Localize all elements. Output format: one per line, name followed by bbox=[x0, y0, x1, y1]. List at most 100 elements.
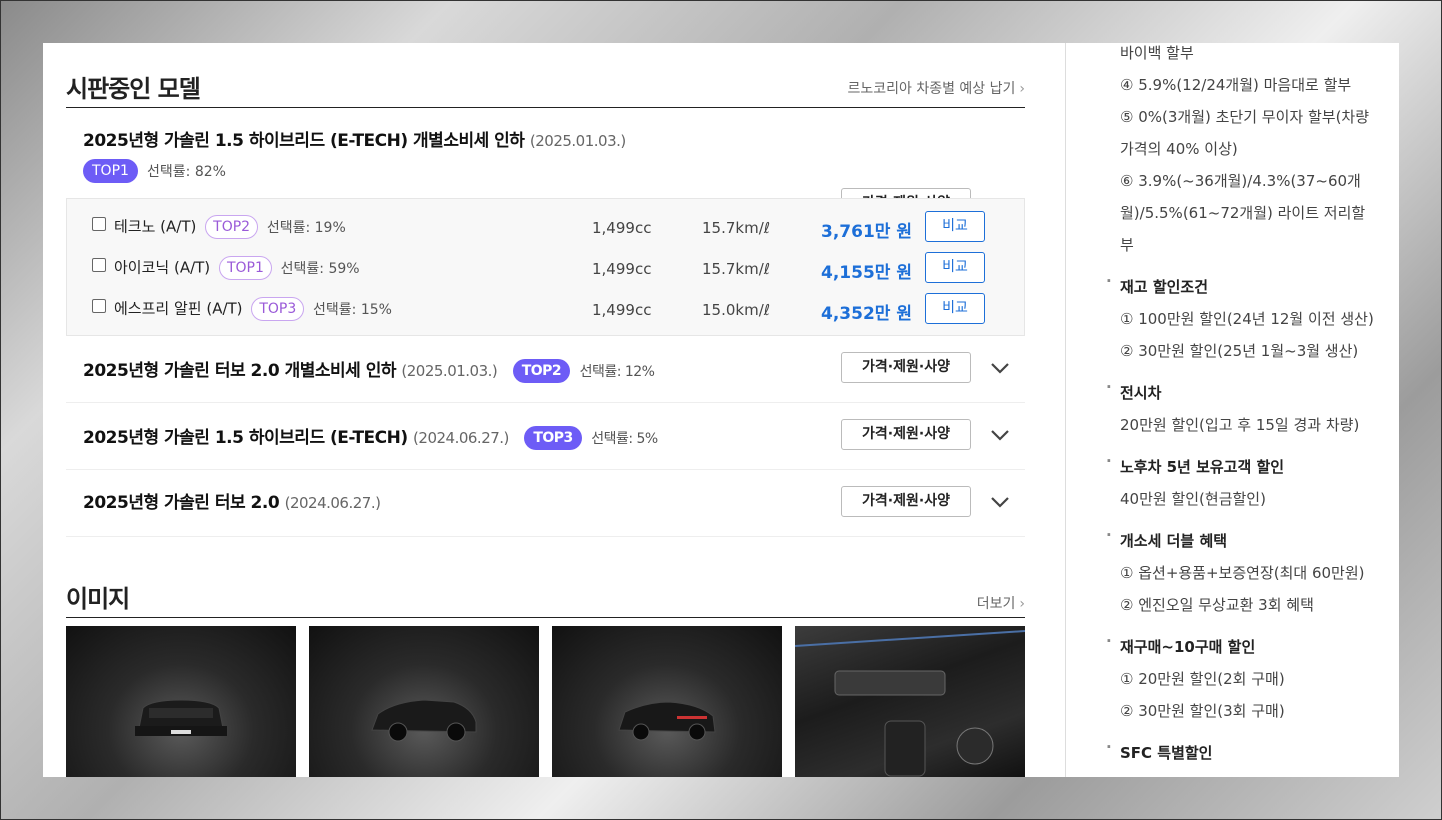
trim-checkbox[interactable] bbox=[92, 217, 106, 231]
trim-name-group: 에스프리 알핀 (A/T) TOP3 선택률: 15% bbox=[114, 297, 392, 321]
benefit-line: ② 엔진오일 무상교환 3회 혜택 bbox=[1120, 596, 1314, 614]
benefit-line: 부 bbox=[1120, 236, 1134, 254]
benefit-line: ① 100만원 할인(24년 12월 이전 생산) bbox=[1120, 310, 1374, 328]
benefit-title: 전시차 bbox=[1106, 371, 1392, 409]
trim-fuel-efficiency: 15.7km/ℓ bbox=[702, 260, 770, 278]
benefit-line: 가격의 40% 이상) bbox=[1120, 140, 1238, 158]
trim-list: 테크노 (A/T) TOP2 선택률: 19% 1,499cc 15.7km/ℓ… bbox=[66, 198, 1025, 336]
chevron-down-icon[interactable] bbox=[988, 490, 1012, 514]
car-side-image bbox=[371, 699, 477, 742]
model-item: 2025년형 가솔린 1.5 하이브리드 (E-TECH) (2024.06.2… bbox=[66, 403, 1025, 470]
gallery-image[interactable] bbox=[552, 626, 782, 777]
trim-rank-badge: TOP3 bbox=[251, 297, 305, 321]
trim-selection-rate: 선택률: 19% bbox=[266, 220, 346, 236]
benefit-list: 바이백 할부 ④ 5.9%(12/24개월) 마음대로 할부 ⑤ 0%(3개월)… bbox=[1106, 43, 1392, 777]
benefit-line: ⑤ 0%(3개월) 초단기 무이자 할부(차량 bbox=[1120, 108, 1370, 126]
trim-row: 아이코닉 (A/T) TOP1 선택률: 59% 1,499cc 15.7km/… bbox=[67, 248, 1024, 284]
model-item: 2025년형 가솔린 터보 2.0 개별소비세 인하 (2025.01.03.)… bbox=[66, 336, 1025, 403]
models-section-title: 시판중인 모델 bbox=[66, 75, 201, 103]
model-title: 2025년형 가솔린 1.5 하이브리드 (E-TECH) bbox=[83, 428, 408, 448]
images-section-title: 이미지 bbox=[66, 585, 130, 613]
selection-rate: 선택률: 82% bbox=[147, 164, 226, 180]
trim-price: 4,155만 원 bbox=[821, 263, 912, 283]
model-selection: TOP1 선택률: 82% bbox=[83, 159, 226, 183]
trim-displacement: 1,499cc bbox=[592, 301, 652, 319]
benefit-line: ④ 5.9%(12/24개월) 마음대로 할부 bbox=[1120, 76, 1352, 94]
images-section: 이미지 더보기 › bbox=[66, 573, 1025, 777]
selection-rate: 선택률: 12% bbox=[579, 364, 655, 380]
model-name: 2025년형 가솔린 터보 2.0 (2024.06.27.) bbox=[83, 488, 381, 513]
model-name: 2025년형 가솔린 1.5 하이브리드 (E-TECH) (2024.06.2… bbox=[83, 423, 658, 450]
rank-badge: TOP1 bbox=[83, 159, 138, 183]
image-gallery bbox=[66, 626, 1025, 777]
trim-name: 아이코닉 (A/T) bbox=[114, 258, 211, 277]
price-spec-button[interactable]: 가격·제원·사양 bbox=[841, 352, 971, 383]
trim-name: 에스프리 알핀 (A/T) bbox=[114, 299, 243, 318]
price-spec-button[interactable]: 가격·제원·사양 bbox=[841, 419, 971, 450]
trim-name-group: 테크노 (A/T) TOP2 선택률: 19% bbox=[114, 215, 346, 239]
model-item: 2025년형 가솔린 터보 2.0 (2024.06.27.) 가격·제원·사양 bbox=[66, 470, 1025, 537]
model-date: (2025.01.03.) bbox=[529, 132, 626, 150]
model-date: (2024.06.27.) bbox=[413, 429, 509, 447]
chevron-down-icon[interactable] bbox=[988, 423, 1012, 447]
benefit-line: ② 30만원 할인(3회 구매) bbox=[1120, 702, 1285, 720]
trim-fuel-efficiency: 15.7km/ℓ bbox=[702, 219, 770, 237]
trim-name: 테크노 (A/T) bbox=[114, 217, 197, 236]
benefit-title: SFC 특별할인 bbox=[1106, 731, 1392, 769]
model-header[interactable]: 2025년형 가솔린 터보 2.0 (2024.06.27.) 가격·제원·사양 bbox=[66, 470, 1025, 536]
gallery-image[interactable] bbox=[309, 626, 539, 777]
compare-button[interactable]: 비교 bbox=[925, 293, 985, 324]
model-item: 2025년형 가솔린 1.5 하이브리드 (E-TECH) 개별소비세 인하 (… bbox=[66, 108, 1025, 336]
model-title: 2025년형 가솔린 터보 2.0 개별소비세 인하 bbox=[83, 361, 396, 381]
trim-rank-badge: TOP1 bbox=[218, 256, 272, 280]
model-header[interactable]: 2025년형 가솔린 1.5 하이브리드 (E-TECH) 개별소비세 인하 (… bbox=[66, 108, 1025, 219]
car-front-image bbox=[135, 699, 227, 736]
chevron-right-icon: › bbox=[1019, 596, 1025, 612]
model-header[interactable]: 2025년형 가솔린 터보 2.0 개별소비세 인하 (2025.01.03.)… bbox=[66, 336, 1025, 402]
trim-row: 에스프리 알핀 (A/T) TOP3 선택률: 15% 1,499cc 15.0… bbox=[67, 289, 1024, 325]
compare-button[interactable]: 비교 bbox=[925, 252, 985, 283]
benefit-line: 월)/5.5%(61~72개월) 라이트 저리할 bbox=[1120, 204, 1366, 222]
trim-row: 테크노 (A/T) TOP2 선택률: 19% 1,499cc 15.7km/ℓ… bbox=[67, 207, 1024, 243]
model-header[interactable]: 2025년형 가솔린 1.5 하이브리드 (E-TECH) (2024.06.2… bbox=[66, 403, 1025, 469]
interior-image bbox=[795, 630, 1025, 777]
trim-name-group: 아이코닉 (A/T) TOP1 선택률: 59% bbox=[114, 256, 360, 280]
price-spec-button[interactable]: 가격·제원·사양 bbox=[841, 486, 971, 517]
model-title: 2025년형 가솔린 터보 2.0 bbox=[83, 493, 280, 513]
rank-badge: TOP2 bbox=[512, 359, 571, 383]
gallery-image[interactable] bbox=[795, 626, 1025, 777]
trim-price: 4,352만 원 bbox=[821, 304, 912, 324]
trim-checkbox[interactable] bbox=[92, 299, 106, 313]
content-panel: 시판중인 모델 르노코리아 차종별 예상 납기 › 2025년형 가솔린 1.5 … bbox=[43, 43, 1399, 777]
more-link-label: 더보기 bbox=[976, 596, 1016, 612]
chevron-right-icon: › bbox=[1019, 81, 1025, 97]
delivery-estimate-link[interactable]: 르노코리아 차종별 예상 납기 › bbox=[847, 78, 1025, 98]
trim-selection-rate: 선택률: 59% bbox=[280, 261, 360, 277]
benefit-line: 바이백 할부 bbox=[1120, 44, 1194, 62]
benefit-line: ② 30만원 할인(25년 1월~3월 생산) bbox=[1120, 342, 1359, 360]
delivery-estimate-link-label: 르노코리아 차종별 예상 납기 bbox=[847, 81, 1016, 97]
side-panel: 바이백 할부 ④ 5.9%(12/24개월) 마음대로 할부 ⑤ 0%(3개월)… bbox=[1065, 43, 1399, 777]
car-rear-image bbox=[618, 701, 716, 741]
main-column: 시판중인 모델 르노코리아 차종별 예상 납기 › 2025년형 가솔린 1.5 … bbox=[66, 43, 1025, 537]
trim-checkbox[interactable] bbox=[92, 258, 106, 272]
selection-rate: 선택률: 5% bbox=[591, 431, 658, 447]
model-name: 2025년형 가솔린 터보 2.0 개별소비세 인하 (2025.01.03.)… bbox=[83, 356, 655, 383]
trim-selection-rate: 선택률: 15% bbox=[313, 302, 392, 318]
model-name: 2025년형 가솔린 1.5 하이브리드 (E-TECH) 개별소비세 인하 (… bbox=[83, 126, 626, 151]
model-date: (2024.06.27.) bbox=[284, 494, 381, 512]
compare-button[interactable]: 비교 bbox=[925, 211, 985, 242]
trim-displacement: 1,499cc bbox=[592, 260, 652, 278]
gallery-image[interactable] bbox=[66, 626, 296, 777]
trim-rank-badge: TOP2 bbox=[205, 215, 259, 239]
benefit-line: 20만원 할인(입고 후 15일 경과 차량) bbox=[1120, 416, 1360, 434]
benefit-title: 노후차 5년 보유고객 할인 bbox=[1106, 445, 1392, 483]
chevron-down-icon[interactable] bbox=[988, 356, 1012, 380]
benefit-line: 30만원 할인 bbox=[1120, 769, 1392, 777]
benefit-title: 개소세 더블 혜택 bbox=[1106, 519, 1392, 557]
benefit-line: 40만원 할인(현금할인) bbox=[1120, 490, 1266, 508]
model-date: (2025.01.03.) bbox=[401, 362, 498, 380]
benefit-line: ① 20만원 할인(2회 구매) bbox=[1120, 670, 1285, 688]
more-link[interactable]: 더보기 › bbox=[977, 593, 1025, 613]
rank-badge: TOP3 bbox=[524, 426, 582, 450]
